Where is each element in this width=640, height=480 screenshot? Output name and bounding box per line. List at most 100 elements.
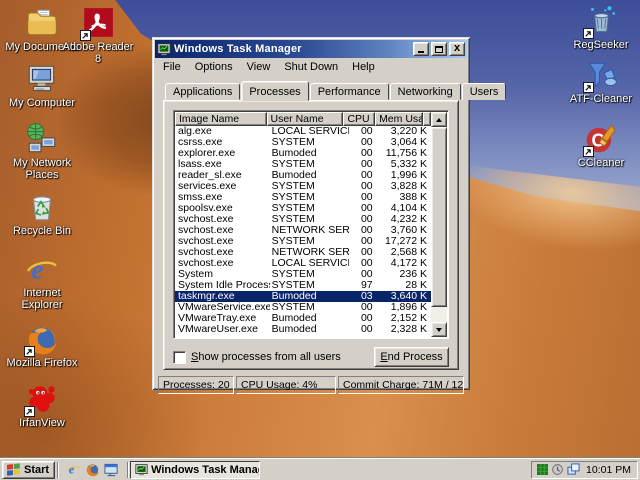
process-row[interactable]: System Idle Process SYSTEM 97 28 K bbox=[175, 280, 431, 291]
svg-text:e: e bbox=[31, 254, 43, 285]
column-header-image-name[interactable]: Image Name bbox=[175, 112, 267, 126]
process-name: svchost.exe bbox=[178, 247, 234, 258]
tab-networking[interactable]: Networking bbox=[389, 83, 461, 100]
process-row[interactable]: svchost.exe SYSTEM 00 17,272 K bbox=[175, 236, 431, 247]
process-row[interactable]: spoolsv.exe SYSTEM 00 4,104 K bbox=[175, 203, 431, 214]
column-header-filler bbox=[423, 112, 431, 126]
show-all-users-label[interactable]: Show processes from all users bbox=[191, 351, 341, 363]
tray-green-square-icon[interactable] bbox=[537, 464, 549, 475]
process-cpu: 00 bbox=[360, 137, 373, 148]
process-row[interactable]: services.exe SYSTEM 00 3,828 K bbox=[175, 181, 431, 192]
process-row[interactable]: svchost.exe NETWORK SERVICE 00 3,760 K bbox=[175, 225, 431, 236]
desktop-icon-ccleaner[interactable]: C CCleaner bbox=[563, 122, 639, 169]
window-title: Windows Task Manager bbox=[174, 43, 302, 55]
quick-launch: e bbox=[60, 462, 125, 477]
menu-item-file[interactable]: File bbox=[156, 59, 188, 75]
my-network-places-icon bbox=[25, 122, 59, 156]
tab-users[interactable]: Users bbox=[461, 83, 507, 100]
desktop-icon-regseeker[interactable]: RegSeeker bbox=[563, 4, 639, 51]
process-user: SYSTEM bbox=[271, 302, 315, 313]
quick-launch-internet-explorer-icon[interactable]: e bbox=[66, 462, 81, 477]
ccleaner-icon: C bbox=[583, 122, 618, 157]
process-row[interactable]: reader_sl.exe Bumoded 00 1,996 K bbox=[175, 170, 431, 181]
desktop-icon-my-network-places[interactable]: My Network Places bbox=[4, 122, 80, 181]
process-cpu: 00 bbox=[360, 192, 373, 203]
scroll-up-button[interactable] bbox=[431, 112, 447, 127]
desktop-icon-my-computer[interactable]: My Computer bbox=[4, 62, 80, 109]
tray-vmware-tools-icon[interactable] bbox=[567, 463, 580, 476]
close-button[interactable]: x bbox=[449, 42, 465, 56]
scrollbar-thumb[interactable] bbox=[431, 127, 447, 307]
column-header-cpu[interactable]: CPU bbox=[343, 112, 376, 126]
taskbar-task-button[interactable]: Windows Task Manag... bbox=[130, 460, 261, 479]
desktop-icon-internet-explorer[interactable]: e Internet Explorer bbox=[4, 252, 80, 311]
show-all-users-checkbox[interactable] bbox=[173, 350, 186, 364]
mozilla-firefox-icon bbox=[24, 322, 59, 357]
titlebar[interactable]: Windows Task Manager x bbox=[155, 40, 467, 58]
taskbar-separator bbox=[127, 461, 129, 478]
process-mem: 388 K bbox=[399, 192, 427, 203]
process-row[interactable]: System SYSTEM 00 236 K bbox=[175, 269, 431, 280]
tray-gray-circle-icon[interactable] bbox=[552, 464, 563, 475]
maximize-button[interactable] bbox=[431, 42, 447, 56]
process-cpu: 00 bbox=[360, 148, 373, 159]
process-row-selected[interactable]: taskmgr.exe Bumoded 03 3,640 K bbox=[175, 291, 431, 302]
desktop-icon-recycle-bin[interactable]: Recycle Bin bbox=[4, 190, 80, 237]
process-row[interactable]: VMwareService.exe SYSTEM 00 1,896 K bbox=[175, 302, 431, 313]
process-name: reader_sl.exe bbox=[178, 170, 242, 181]
process-mem: 28 K bbox=[405, 280, 427, 291]
status-bar: Processes: 20 CPU Usage: 4% Commit Charge:… bbox=[158, 376, 464, 394]
desktop-icon-mozilla-firefox[interactable]: Mozilla Firefox bbox=[4, 322, 80, 369]
irfanview-icon bbox=[24, 382, 59, 417]
quick-launch-firefox-icon[interactable] bbox=[85, 462, 100, 477]
start-button[interactable]: Start bbox=[2, 460, 56, 479]
process-row[interactable]: explorer.exe Bumoded 00 11,756 K bbox=[175, 148, 431, 159]
process-user: SYSTEM bbox=[271, 269, 315, 280]
process-row[interactable]: svchost.exe NETWORK SERVICE 00 2,568 K bbox=[175, 247, 431, 258]
column-header-mem-usage[interactable]: Mem Usage bbox=[375, 112, 423, 126]
process-cpu: 00 bbox=[360, 181, 373, 192]
menu-item-shut-down[interactable]: Shut Down bbox=[277, 59, 345, 75]
tab-processes[interactable]: Processes bbox=[241, 81, 309, 101]
list-header: Image NameUser NameCPUMem Usage bbox=[175, 112, 431, 126]
quick-launch-show-desktop-icon[interactable] bbox=[104, 462, 119, 477]
process-user: SYSTEM bbox=[271, 192, 315, 203]
process-row[interactable]: svchost.exe LOCAL SERVICE 00 4,172 K bbox=[175, 258, 431, 269]
status-processes: Processes: 20 bbox=[158, 376, 234, 394]
taskbar-separator bbox=[57, 461, 59, 478]
process-row[interactable]: svchost.exe SYSTEM 00 4,232 K bbox=[175, 214, 431, 225]
tab-performance[interactable]: Performance bbox=[309, 83, 389, 100]
menu-bar: File Options View Shut Down Help bbox=[155, 58, 467, 76]
desktop-icon-atf-cleaner[interactable]: ATF-Cleaner bbox=[563, 58, 639, 105]
process-row[interactable]: csrss.exe SYSTEM 00 3,064 K bbox=[175, 137, 431, 148]
process-row[interactable]: lsass.exe SYSTEM 00 5,332 K bbox=[175, 159, 431, 170]
task-manager-window: Windows Task Manager x File Options View Sh… bbox=[152, 37, 507, 394]
process-row[interactable]: smss.exe SYSTEM 00 388 K bbox=[175, 192, 431, 203]
desktop-icon-adobe-reader[interactable]: Adobe Reader 8 bbox=[60, 6, 136, 65]
menu-item-view[interactable]: View bbox=[240, 59, 278, 75]
process-cpu: 00 bbox=[360, 170, 373, 181]
process-user: Bumoded bbox=[271, 324, 317, 335]
scrollbar-track[interactable] bbox=[431, 307, 447, 322]
menu-item-options[interactable]: Options bbox=[188, 59, 240, 75]
desktop-icons-right: RegSeeker ATF-Cleaner C CCleaner bbox=[562, 0, 640, 220]
process-cpu: 00 bbox=[360, 247, 373, 258]
desktop-icons-left: My Documents Adobe Reader 8 My Computer My … bbox=[0, 0, 150, 450]
process-row[interactable]: alg.exe LOCAL SERVICE 00 3,220 K bbox=[175, 126, 431, 137]
process-row[interactable]: VMwareTray.exe Bumoded 00 2,152 K bbox=[175, 313, 431, 324]
desktop-icon-label: ATF-Cleaner bbox=[569, 93, 633, 105]
process-mem: 2,328 K bbox=[390, 324, 427, 335]
end-process-button[interactable]: End Process bbox=[374, 347, 449, 367]
tab-applications[interactable]: Applications bbox=[165, 83, 241, 100]
menu-item-help[interactable]: Help bbox=[345, 59, 382, 75]
minimize-button[interactable] bbox=[413, 42, 429, 56]
process-mem: 1,896 K bbox=[390, 302, 427, 313]
column-header-user-name[interactable]: User Name bbox=[266, 112, 344, 126]
regseeker-icon bbox=[583, 4, 618, 39]
vertical-scrollbar[interactable] bbox=[431, 112, 447, 337]
process-row[interactable]: VMwareUser.exe Bumoded 00 2,328 K bbox=[175, 324, 431, 335]
process-user: LOCAL SERVICE bbox=[271, 126, 350, 137]
scroll-down-button[interactable] bbox=[431, 322, 447, 337]
desktop-icon-irfanview[interactable]: IrfanView bbox=[4, 382, 80, 429]
process-mem: 3,760 K bbox=[390, 225, 427, 236]
